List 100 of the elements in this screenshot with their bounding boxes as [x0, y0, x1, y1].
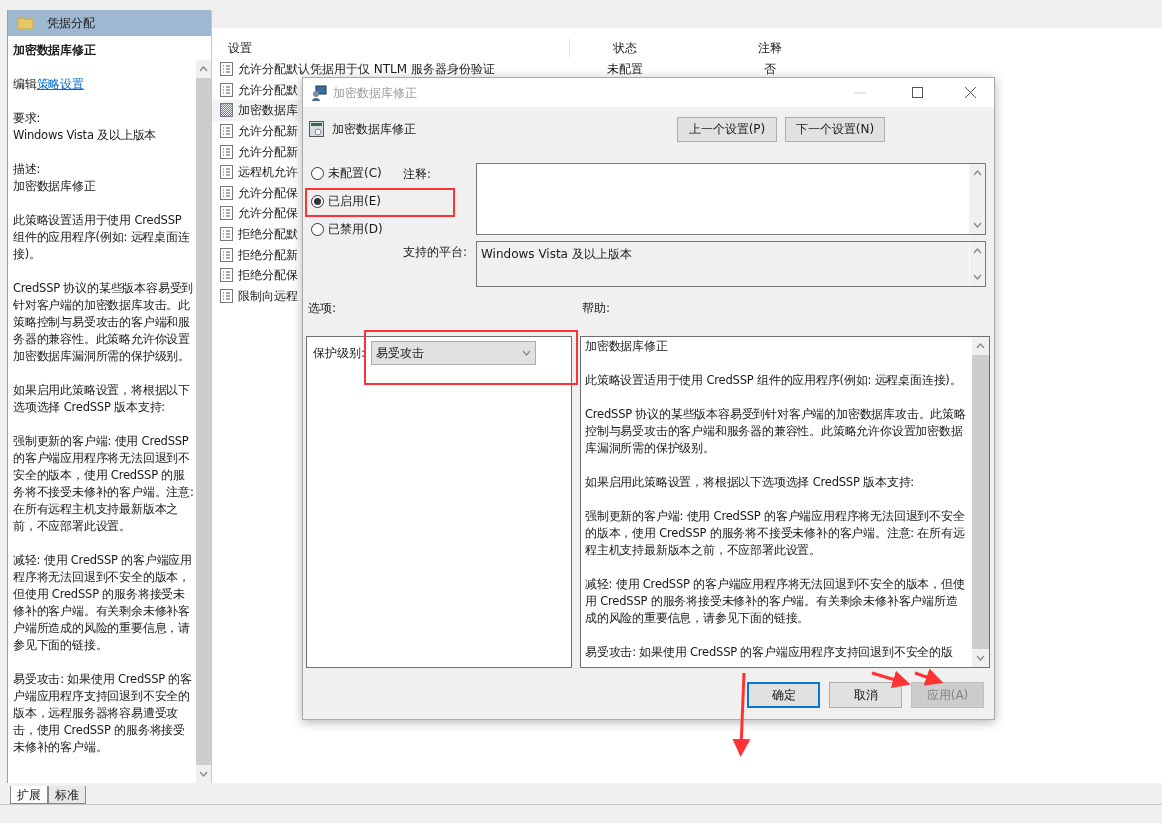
scroll-up-icon[interactable] — [972, 170, 982, 176]
computer-user-icon — [311, 84, 327, 101]
policy-row[interactable]: 允许分配保 — [212, 182, 300, 204]
policy-icon — [220, 288, 233, 303]
previous-setting-button[interactable]: 上一个设置(P) — [677, 116, 777, 142]
description-text: 描述: — [13, 161, 42, 178]
scrollbar[interactable] — [196, 60, 211, 783]
policy-name: 拒绝分配默 — [238, 226, 298, 244]
description-text: 强制更新的客户端: 使用 CredSSP 的客户端应用程序将无法回退到不安全的版本，使用 CredSSP 的服务将不接受未修补的客户端。注意: 在所有远程主机支持最新版本之前，不应部署此设置。 — [13, 433, 194, 535]
description-text: 易受攻击: 如果使用 CredSSP 的客户端应用程序支持回退到不安全的版本，远程服务器将容易遭受攻击，使用 CredSSP 的服务将接受未修补的客户端。 — [13, 671, 194, 756]
help-paragraph: 如果启用此策略设置，将根据以下选项选择 CredSSP 版本支持: — [585, 474, 915, 491]
next-setting-button[interactable]: 下一个设置(N) — [785, 116, 885, 142]
dialog-button[interactable]: 取消 — [829, 682, 902, 708]
scroll-up-icon[interactable] — [199, 66, 208, 72]
platform-value: Windows Vista 及以上版本 — [480, 246, 633, 263]
platform-label: 支持的平台: — [403, 244, 469, 261]
policy-name: 允许分配保 — [238, 184, 298, 202]
folder-icon — [18, 17, 33, 29]
policy-setting-icon — [309, 121, 324, 137]
policy-row[interactable]: 远程机允许 — [212, 161, 300, 183]
policy-name: 限制向远程 — [238, 287, 298, 305]
policy-icon — [220, 62, 233, 77]
help-paragraph: 易受攻击: 如果使用 CredSSP 的客户端应用程序支持回退到不安全的版 — [585, 644, 954, 661]
view-tab[interactable]: 扩展 — [10, 786, 48, 804]
policy-name: 拒绝分配新 — [238, 246, 298, 264]
state-radio[interactable]: 未配置(C) — [311, 164, 393, 182]
help-paragraph: 减轻: 使用 CredSSP 的客户端应用程序将无法回退到不安全的版本，但使用 CredSSP 的服务将接受未修补的客户端。有关剩余未修补客户端所造成的风险的重要信息，请参见下面的链接。 — [585, 576, 966, 627]
state-radio[interactable]: 已启用(E) — [311, 192, 393, 210]
policy-state: 未配置 — [606, 61, 644, 79]
scroll-down-icon[interactable] — [972, 222, 982, 228]
policy-row[interactable]: 允许分配默认凭据用于仅 NTLM 服务器身份验证 未配置 否 — [212, 59, 1162, 80]
help-label: 帮助: — [582, 300, 611, 317]
scroll-down-icon[interactable] — [976, 655, 985, 661]
state-radio[interactable]: 已禁用(D) — [311, 220, 393, 238]
description-text: CredSSP 协议的某些版本容易受到针对客户端的加密数据库攻击。此策略控制与易受攻击的客户端和服务器的兼容性。此策略允许你设置加密数据库漏洞所需的保护级别。 — [13, 280, 194, 365]
policy-name: 加密数据库 — [238, 102, 298, 120]
options-label: 选项: — [308, 300, 338, 317]
comment-label: 注释: — [403, 166, 433, 183]
policy-name: 允许分配新 — [238, 123, 298, 141]
policy-row[interactable]: 允许分配默 — [212, 79, 300, 101]
column-header[interactable]: 设置 — [212, 39, 570, 57]
dialog-button[interactable]: 确定 — [747, 682, 820, 708]
policy-row[interactable]: 加密数据库 — [212, 100, 300, 121]
view-tab[interactable]: 标准 — [48, 786, 86, 804]
policy-icon — [220, 144, 233, 159]
scrollbar[interactable] — [972, 337, 989, 667]
scrollbar[interactable] — [969, 164, 985, 234]
policy-icon — [220, 124, 233, 139]
maximize-icon[interactable] — [912, 87, 923, 98]
policy-comment: 否 — [763, 61, 777, 79]
policy-icon — [220, 268, 233, 283]
policy-icon — [220, 82, 233, 97]
description-text: Windows Vista 及以上版本 — [13, 127, 158, 144]
policy-icon — [220, 103, 233, 118]
description-text: 减轻: 使用 CredSSP 的客户端应用程序将无法回退到不安全的版本，但使用 CredSSP 的服务将接受未修补的客户端。有关剩余未修补客户端所造成的风险的重要信息，请参见下面的链接。 — [13, 552, 194, 654]
annotation-arrow — [914, 668, 944, 686]
description-text: 要求: — [13, 110, 42, 127]
section-title: 凭据分配 — [47, 15, 95, 32]
policy-name: 允许分配默认凭据用于仅 NTLM 服务器身份验证 — [238, 61, 495, 79]
policy-name: 拒绝分配保 — [238, 267, 298, 285]
protection-level-label: 保护级别: — [313, 345, 366, 362]
policy-row[interactable]: 允许分配保 — [212, 203, 300, 224]
scroll-up-icon[interactable] — [976, 343, 985, 349]
policy-icon — [220, 185, 233, 200]
scrollbar[interactable] — [969, 242, 985, 286]
policy-row[interactable]: 拒绝分配新 — [212, 244, 300, 265]
dropdown-caret-icon[interactable] — [522, 350, 532, 356]
scroll-up-icon[interactable] — [973, 248, 982, 254]
policy-title: 加密数据库修正 — [13, 42, 97, 59]
close-icon[interactable] — [965, 87, 976, 98]
policy-heading: 加密数据库修正 — [332, 121, 417, 138]
policy-name: 远程机允许 — [238, 164, 298, 182]
policy-row[interactable]: 拒绝分配默 — [212, 223, 300, 245]
policy-settings-link[interactable]: 策略设置 — [36, 76, 84, 93]
policy-icon — [220, 206, 233, 221]
policy-icon — [220, 247, 233, 262]
description-text: 此策略设置适用于使用 CredSSP 组件的应用程序(例如: 远程桌面连接)。 — [13, 212, 191, 263]
policy-name: 允许分配保 — [238, 205, 298, 223]
column-header[interactable]: 状态 — [570, 39, 680, 57]
policy-row[interactable]: 限制向远程 — [212, 285, 300, 307]
policy-name: 允许分配新 — [238, 143, 298, 161]
column-header[interactable]: 注释 — [680, 39, 860, 57]
help-paragraph: 强制更新的客户端: 使用 CredSSP 的客户端应用程序将无法回退到不安全的版本，使用 CredSSP 的服务将不接受未修补的客户端。注意: 在所有远程主机支持最新版本之前，不应部署此设置。 — [585, 508, 966, 559]
policy-icon — [220, 165, 233, 180]
protection-level-dropdown[interactable]: 易受攻击 — [371, 341, 537, 365]
help-paragraph: 此策略设置适用于使用 CredSSP 组件的应用程序(例如: 远程桌面连接)。 — [585, 372, 963, 389]
edit-label: 编辑 — [13, 76, 37, 93]
scroll-down-icon[interactable] — [199, 771, 208, 777]
policy-row[interactable]: 拒绝分配保 — [212, 264, 300, 286]
window-title: 加密数据库修正 — [333, 84, 418, 102]
policy-row[interactable]: 允许分配新 — [212, 141, 300, 162]
help-paragraph: CredSSP 协议的某些版本容易受到针对客户端的加密数据库攻击。此策略控制与易受攻击的客户端和服务器的兼容性。此策略允许你设置加密数据库漏洞所需的保护级别。 — [585, 406, 967, 457]
description-text: 如果启用此策略设置，将根据以下选项选择 CredSSP 版本支持: — [13, 382, 191, 416]
policy-icon — [220, 227, 233, 242]
policy-name: 允许分配默 — [238, 81, 298, 99]
policy-row[interactable]: 允许分配新 — [212, 120, 300, 142]
comment-field[interactable] — [476, 163, 986, 235]
description-text: 加密数据库修正 — [13, 178, 97, 195]
scroll-down-icon[interactable] — [973, 274, 982, 280]
annotation-arrow — [871, 670, 911, 689]
